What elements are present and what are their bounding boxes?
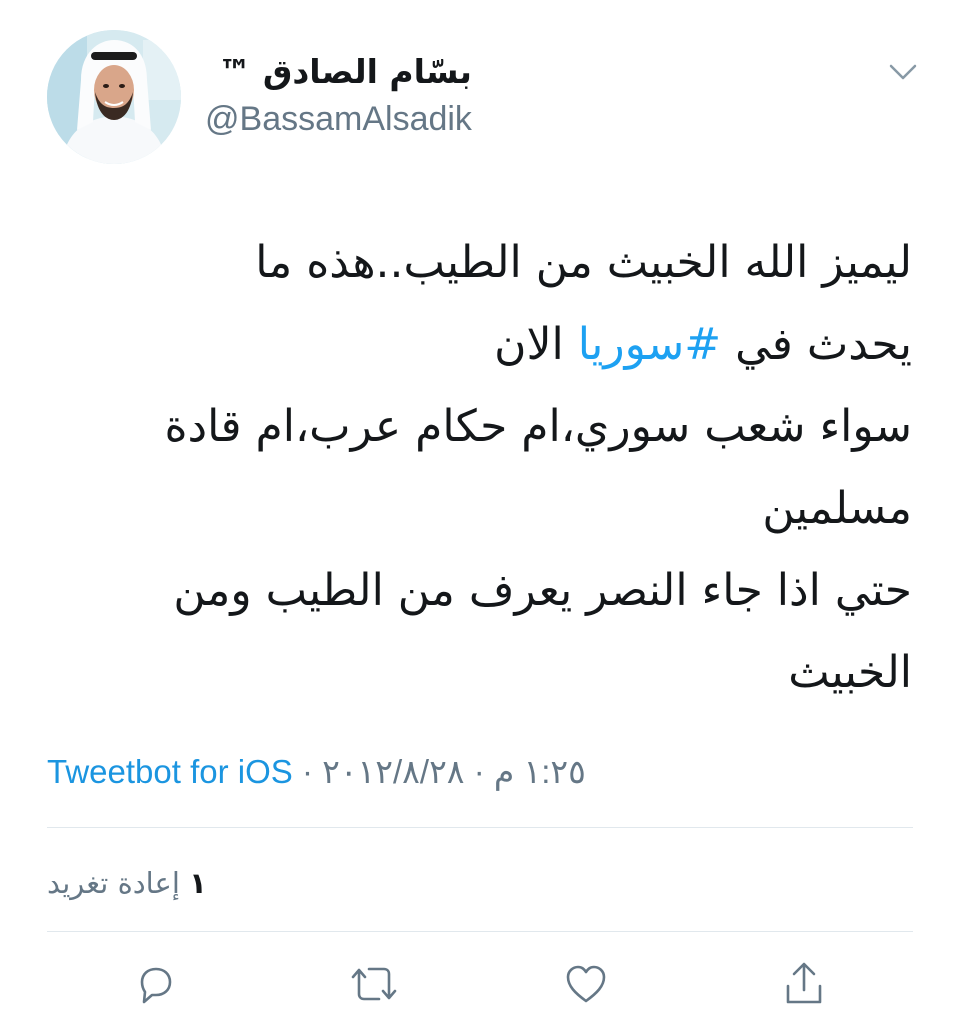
author-names: بسّام الصادق ™ @BassamAlsadik [205, 50, 472, 140]
tweet-line: مسلمين [40, 468, 912, 550]
tweet-line: يحدث في #سوريا الان [40, 304, 912, 386]
divider [47, 827, 913, 828]
tweet-text-segment: حتي اذا جاء النصر يعرف من الطيب ومن [173, 565, 912, 616]
tweet-line: سواء شعب سوري،ام حكام عرب،ام قادة [40, 386, 912, 468]
reply-icon [134, 962, 178, 1010]
tweet-text-segment: مسلمين [762, 483, 912, 534]
tweet-meta: Tweetbot for iOS · ٢٠١٢/٨/٢٨ · ١:٢٥ م [47, 746, 912, 798]
retweet-icon [349, 962, 399, 1010]
tweet-line: الخبيث [40, 632, 912, 714]
tweet-line: حتي اذا جاء النصر يعرف من الطيب ومن [40, 550, 912, 632]
meta-separator: · [292, 753, 323, 790]
chevron-down-icon[interactable] [886, 60, 920, 84]
author-display-name[interactable]: بسّام الصادق ™ [205, 50, 472, 94]
retweet-button[interactable] [346, 958, 402, 1014]
tweet-actions [0, 958, 960, 1014]
reply-button[interactable] [128, 958, 184, 1014]
avatar-image [47, 30, 181, 164]
divider [47, 931, 913, 932]
source-link[interactable]: Tweetbot for iOS [47, 753, 293, 790]
share-icon [782, 960, 826, 1012]
meta-separator: · [464, 753, 494, 790]
tweet-text-segment: الان [494, 319, 578, 370]
author-handle[interactable]: @BassamAlsadik [205, 98, 472, 140]
tweet-text-segment: يحدث في [721, 319, 912, 370]
hashtag-link[interactable]: #سوريا [578, 319, 721, 370]
tweet-time[interactable]: ١:٢٥ م [494, 753, 586, 790]
tweet-text: ليميز الله الخبيث من الطيب..هذه ما يحدث … [40, 222, 912, 714]
like-icon [563, 962, 609, 1010]
tweet-date[interactable]: ٢٠١٢/٨/٢٨ [322, 753, 464, 790]
tweet-stats[interactable]: ١ إعادة تغريد [47, 855, 647, 911]
tweet-text-segment: الخبيث [788, 647, 912, 698]
tweet-text-segment: ليميز الله الخبيث من الطيب..هذه ما [255, 237, 912, 288]
share-button[interactable] [776, 958, 832, 1014]
avatar[interactable] [47, 30, 181, 164]
retweet-count: ١ [189, 866, 207, 900]
like-button[interactable] [558, 958, 614, 1014]
tweet-line: ليميز الله الخبيث من الطيب..هذه ما [40, 222, 912, 304]
tweet-text-segment: سواء شعب سوري،ام حكام عرب،ام قادة [164, 401, 912, 452]
tweet-header: بسّام الصادق ™ @BassamAlsadik [0, 30, 960, 170]
retweet-label: إعادة تغريد [47, 866, 180, 900]
